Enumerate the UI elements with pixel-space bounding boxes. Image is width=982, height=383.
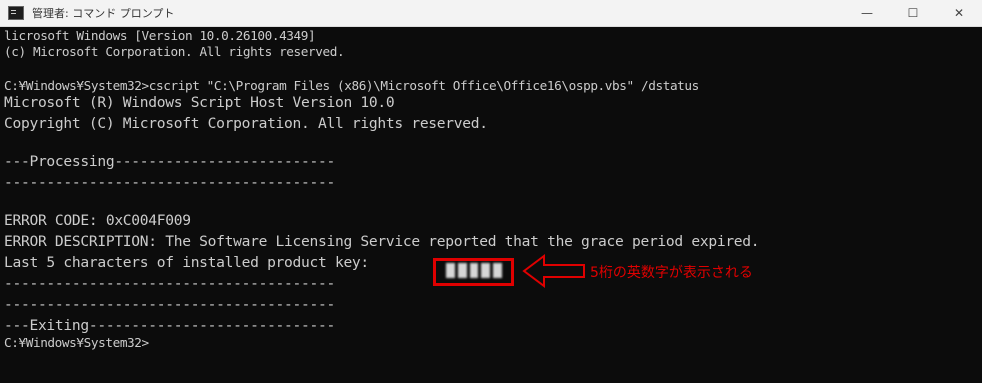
terminal-line-error-code: ERROR CODE: 0xC004F009 [4, 212, 191, 229]
product-key-highlight-box [433, 258, 514, 286]
window-controls: — ☐ ✕ [844, 0, 982, 26]
terminal-line-separator-1: --------------------------------------- [4, 174, 335, 191]
close-button[interactable]: ✕ [936, 0, 982, 26]
arrow-left-icon [522, 254, 585, 288]
terminal-line-exiting: ---Exiting----------------------------- [4, 317, 335, 334]
terminal-line-wsh-copyright: Copyright (C) Microsoft Corporation. All… [4, 115, 488, 132]
terminal-line-version: licrosoft Windows [Version 10.0.26100.43… [4, 28, 316, 43]
maximize-button[interactable]: ☐ [890, 0, 936, 26]
terminal-line-wsh-version: Microsoft (R) Windows Script Host Versio… [4, 94, 395, 111]
terminal-line-error-description: ERROR DESCRIPTION: The Software Licensin… [4, 233, 760, 250]
terminal-line-separator-2: --------------------------------------- [4, 275, 335, 292]
terminal-line-processing: ---Processing-------------------------- [4, 153, 335, 170]
minimize-button[interactable]: — [844, 0, 890, 26]
annotation-text: 5桁の英数字が表示される [590, 265, 753, 281]
window-title: 管理者: コマンド プロンプト [32, 7, 175, 20]
terminal-line-separator-3: --------------------------------------- [4, 296, 335, 313]
terminal-line-copyright: (c) Microsoft Corporation. All rights re… [4, 44, 345, 59]
terminal-line-command: C:¥Windows¥System32>cscript "C:\Program … [4, 78, 699, 93]
terminal-output[interactable]: licrosoft Windows [Version 10.0.26100.43… [0, 27, 982, 383]
terminal-line-prompt: C:¥Windows¥System32> [4, 335, 149, 350]
console-icon [8, 6, 24, 20]
terminal-line-product-key: Last 5 characters of installed product k… [4, 254, 369, 271]
cmd-window: 管理者: コマンド プロンプト — ☐ ✕ licrosoft Windows … [0, 0, 982, 383]
title-bar[interactable]: 管理者: コマンド プロンプト — ☐ ✕ [0, 0, 982, 27]
